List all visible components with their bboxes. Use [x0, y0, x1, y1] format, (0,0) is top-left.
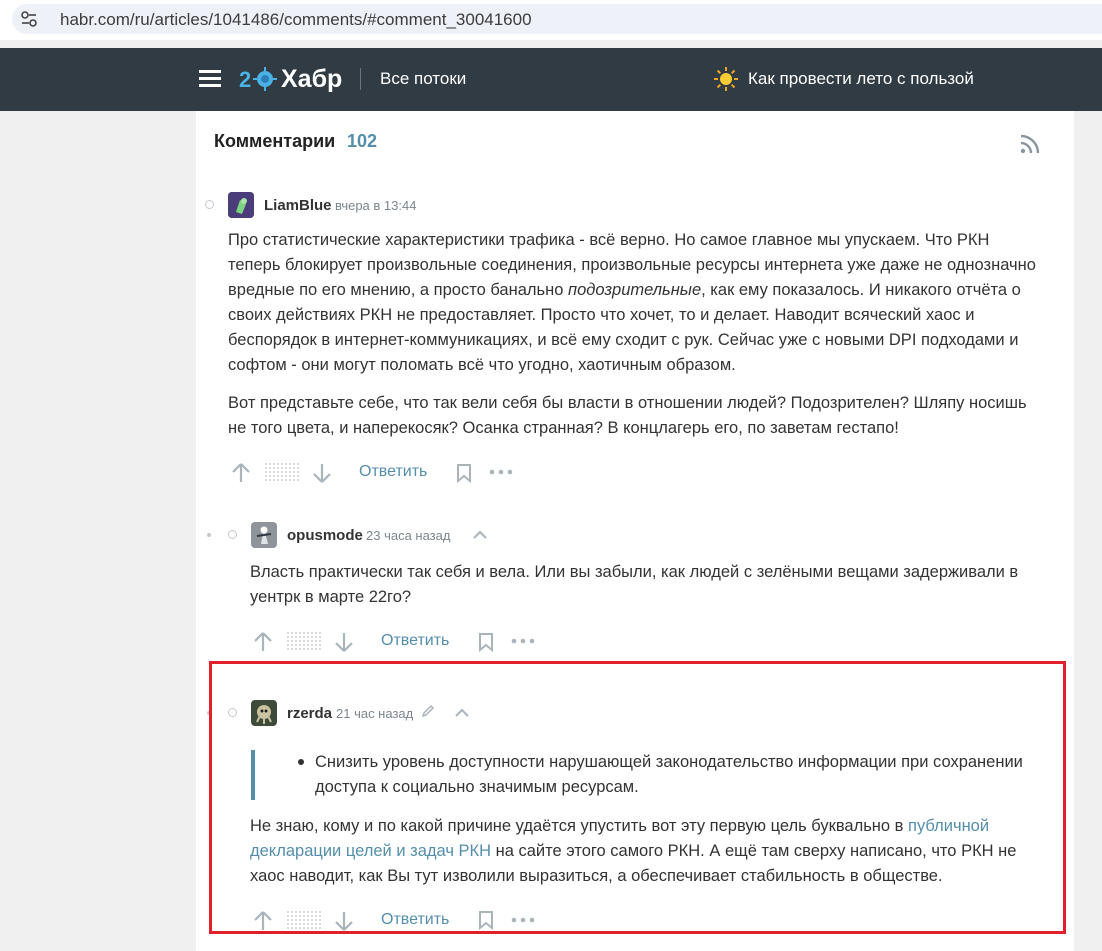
text-line: теперь блокирует произвольные соединения…: [228, 256, 1036, 274]
vote-down-icon[interactable]: [312, 462, 332, 484]
comment-time[interactable]: вчера в 13:44: [335, 198, 416, 213]
comments-title: Комментарии: [214, 131, 336, 151]
text-line: беспорядок в интернет-коммуникациях, и в…: [228, 331, 1019, 349]
avatar[interactable]: [251, 522, 277, 548]
svg-text:2: 2: [239, 67, 251, 92]
text-line: софтом - они могут поломать всё что угод…: [228, 356, 736, 374]
text-line: Вот представьте себе, что так вели себя …: [228, 394, 1027, 412]
comment-body: Власть практически так себя и вела. Или …: [250, 560, 1070, 610]
avatar[interactable]: [228, 192, 254, 218]
comment-author[interactable]: opusmode: [287, 527, 363, 544]
logo-mark-icon: 2: [239, 67, 277, 92]
reply-button[interactable]: Ответить: [381, 632, 449, 650]
text-line: Власть практически так себя и вела. Или …: [250, 563, 1019, 581]
vote-down-icon[interactable]: [334, 631, 354, 653]
vote-up-icon[interactable]: [253, 631, 273, 653]
emphasis-text: подозрительные: [567, 281, 702, 299]
browser-address-bar: habr.com/ru/articles/1041486/comments/#c…: [0, 0, 1102, 40]
habr-logo[interactable]: 2 Хабр: [239, 64, 342, 94]
text-line: Про статистические характеристики трафик…: [228, 231, 990, 249]
comment-body: Про статистические характеристики трафик…: [228, 228, 1068, 441]
highlight-annotation: [209, 661, 1066, 934]
all-streams-link[interactable]: Все потоки: [380, 69, 466, 89]
site-header: 2 Хабр Все потоки Как провести лето с по…: [0, 48, 1102, 111]
comments-count: 102: [347, 131, 378, 151]
more-options-icon[interactable]: [511, 638, 535, 644]
vote-score-hidden: [264, 462, 300, 482]
text-line: своих действиях РКН не предоставляет. Пр…: [228, 306, 975, 324]
vote-up-icon[interactable]: [231, 462, 251, 484]
comment-author[interactable]: LiamBlue: [264, 197, 332, 214]
avatar-image-icon: [251, 522, 277, 548]
rss-icon[interactable]: [1018, 132, 1042, 156]
menu-icon[interactable]: [199, 70, 221, 88]
text-line: не того цвета, и наперекосяк? Осанка стр…: [228, 419, 899, 437]
promo-link[interactable]: Как провести лето с пользой: [748, 69, 974, 89]
header-divider: [360, 68, 361, 90]
avatar-image-icon: [228, 192, 254, 218]
comment-time[interactable]: 23 часа назад: [366, 528, 450, 543]
url-text[interactable]: habr.com/ru/articles/1041486/comments/#c…: [60, 10, 532, 30]
page-background: [0, 111, 196, 951]
thread-marker: [205, 200, 214, 209]
thread-level-marker: [207, 533, 211, 537]
vote-score-hidden: [286, 631, 322, 651]
text-line: уентрк в марте 22го?: [250, 588, 412, 606]
more-options-icon[interactable]: [489, 469, 513, 475]
site-settings-icon[interactable]: [20, 10, 38, 28]
sun-icon: [714, 67, 738, 91]
bookmark-icon[interactable]: [456, 463, 472, 483]
logo-text: Хабр: [281, 64, 343, 93]
bookmark-icon[interactable]: [478, 632, 494, 652]
url-field[interactable]: habr.com/ru/articles/1041486/comments/#c…: [12, 4, 1102, 34]
thread-marker: [228, 530, 237, 539]
reply-button[interactable]: Ответить: [359, 463, 427, 481]
chevron-up-icon[interactable]: [473, 530, 487, 540]
text-line: вредные по его мнению, а просто банально…: [228, 281, 1021, 299]
